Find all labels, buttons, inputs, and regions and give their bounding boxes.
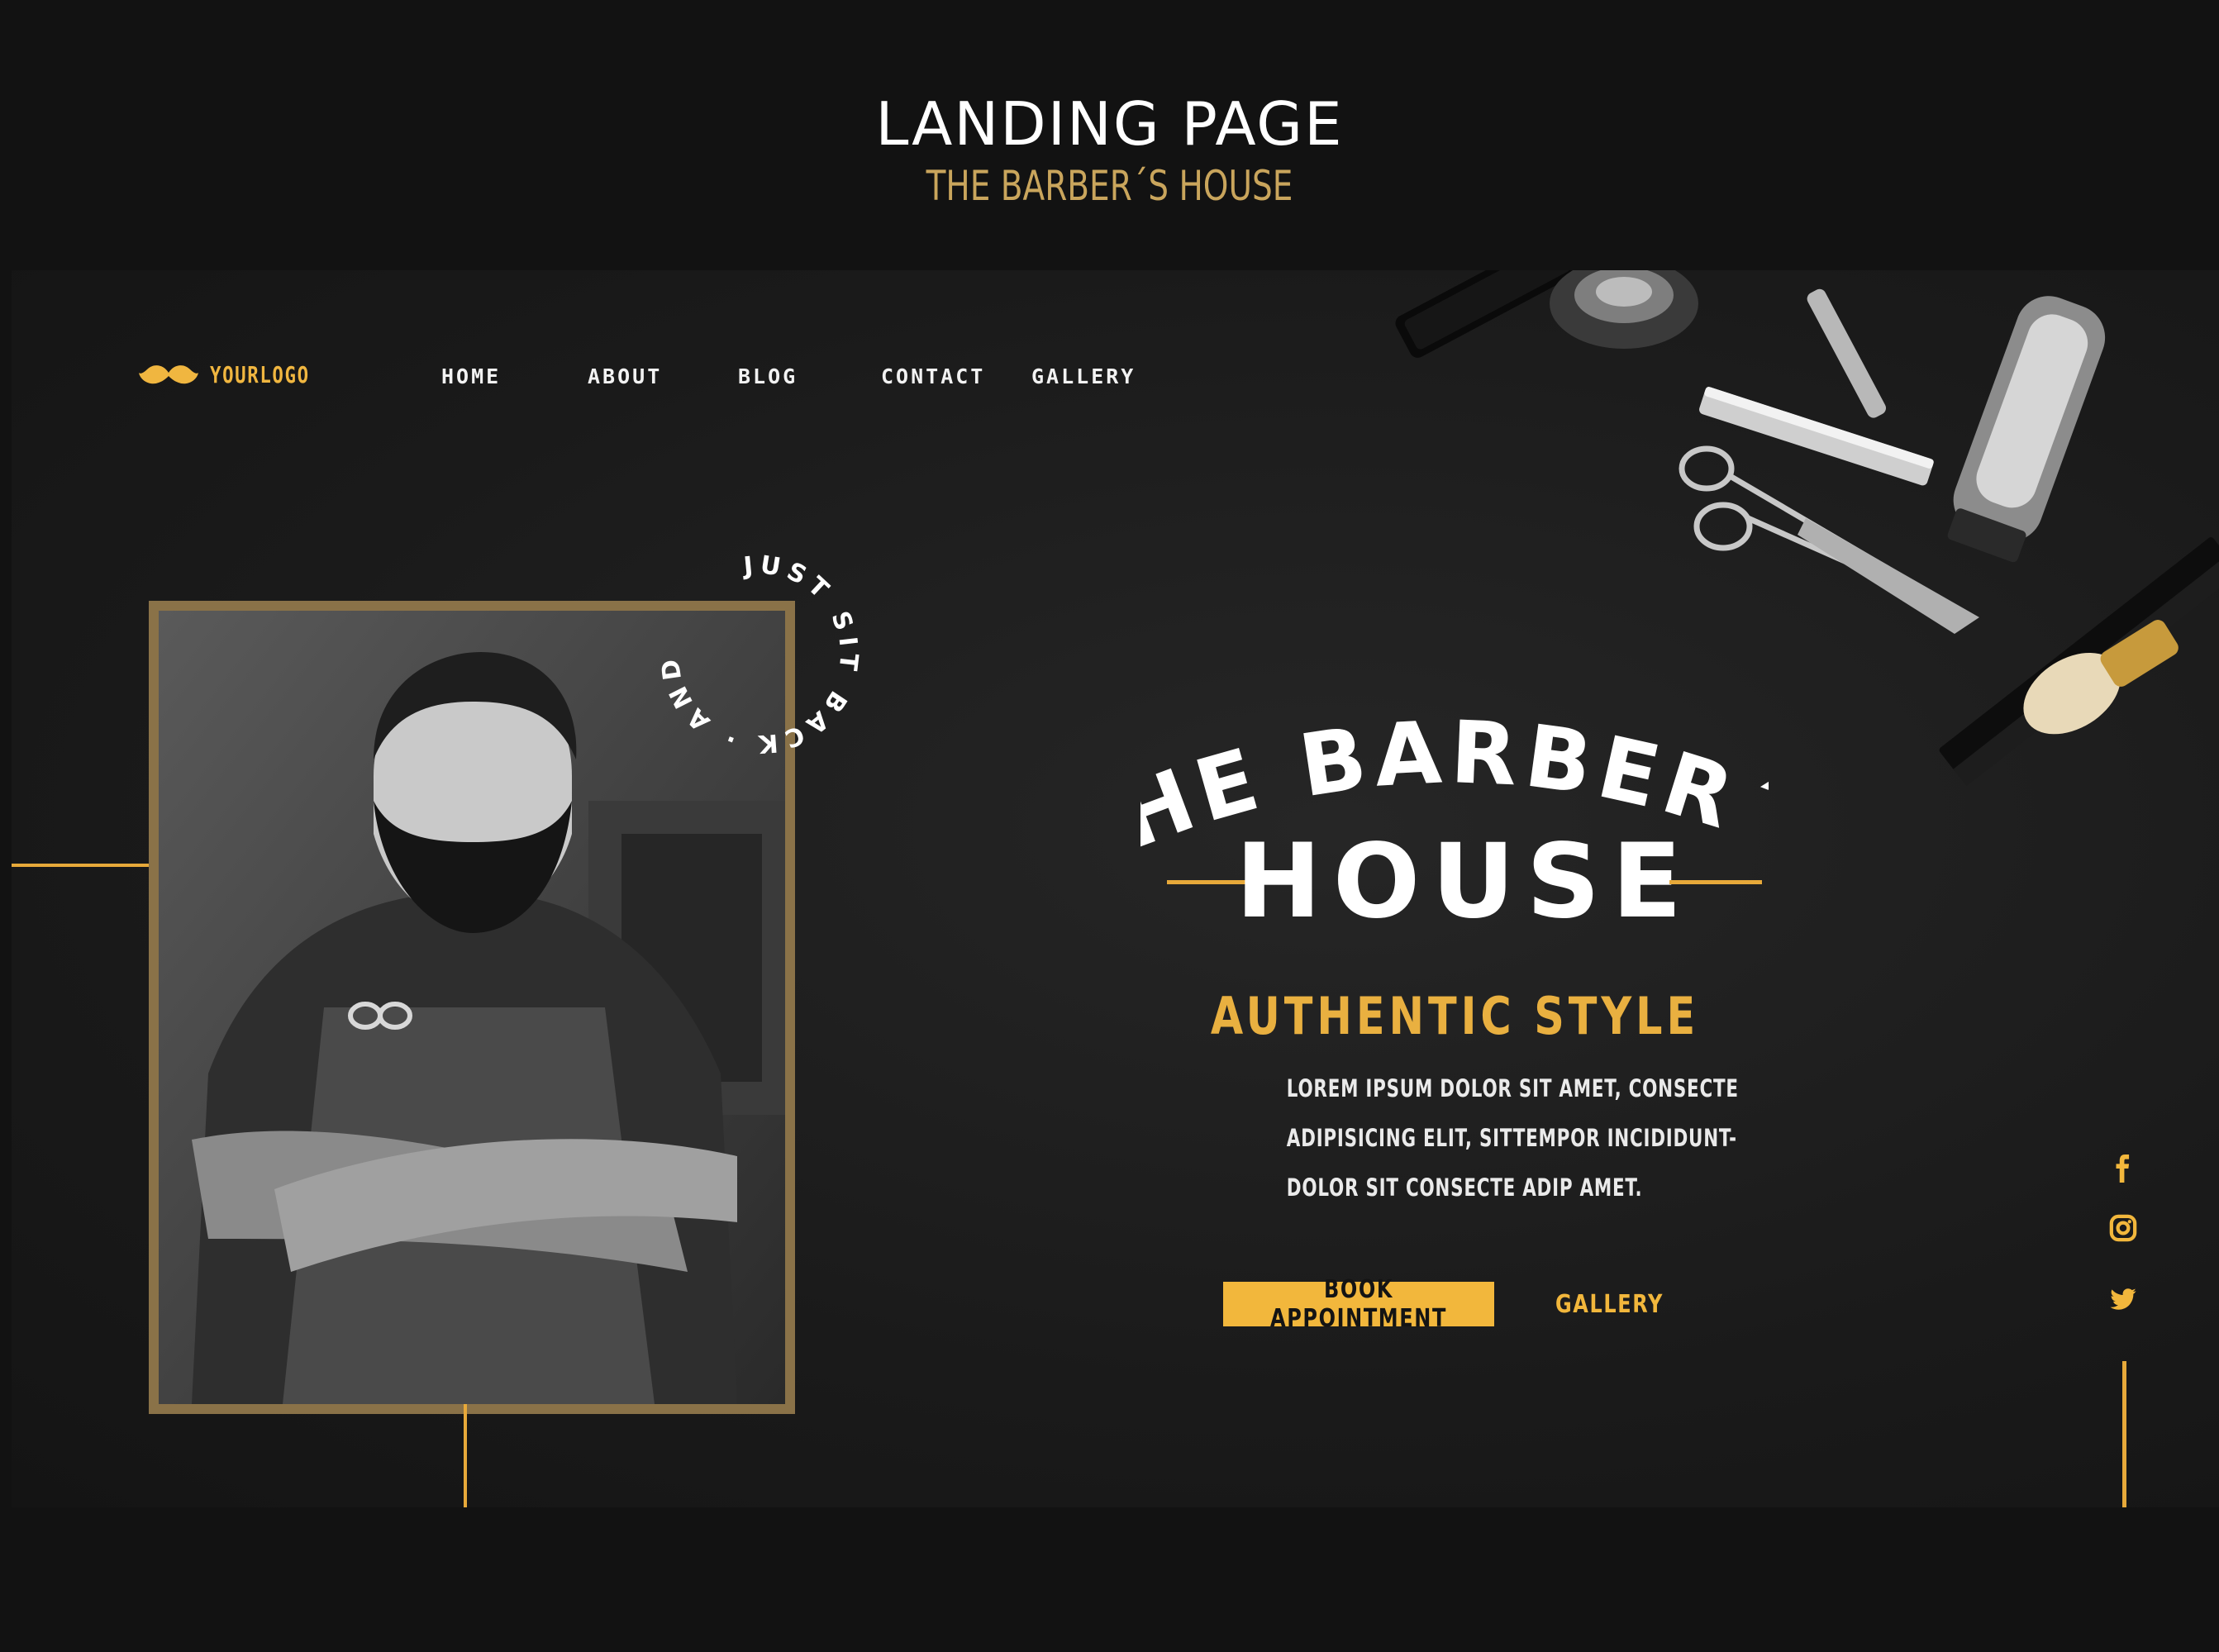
nav-gallery[interactable]: GALLERY — [1031, 364, 1136, 388]
enjoy-badge: JUST SIT BACK · AND ENJOY · — [648, 543, 864, 759]
description-line: DOLOR SIT CONSECTE ADIP AMET. — [1286, 1174, 1643, 1202]
hero-description: LOREM IPSUM DOLOR SIT AMET, CONSECTE ADI… — [1226, 1064, 1739, 1212]
description-line: LOREM IPSUM DOLOR SIT AMET, CONSECTE — [1286, 1074, 1739, 1102]
mustache-icon — [139, 365, 198, 384]
instagram-icon — [2109, 1214, 2137, 1242]
nav-about[interactable]: ABOUT — [588, 364, 662, 388]
facebook-link[interactable] — [2102, 1151, 2144, 1186]
showcase-title: LANDING PAGE — [875, 89, 1344, 159]
description-line: ADIPISICING ELIT, SITTEMPOR INCIDIDUNT- — [1286, 1124, 1737, 1152]
hero-section: YOURLOGO HOME ABOUT BLOG CONTACT GALLERY — [12, 270, 2219, 1507]
facebook-icon — [2116, 1154, 2130, 1183]
twitter-link[interactable] — [2102, 1282, 2144, 1316]
logo[interactable]: YOURLOGO — [139, 359, 335, 389]
accent-line-right — [2122, 1361, 2126, 1507]
instagram-link[interactable] — [2102, 1211, 2144, 1245]
gallery-link[interactable]: GALLERY — [1555, 1282, 1691, 1326]
top-nav: YOURLOGO HOME ABOUT BLOG CONTACT GALLERY — [12, 270, 2219, 485]
nav-contact[interactable]: CONTACT — [881, 364, 985, 388]
nav-blog[interactable]: BLOG — [738, 364, 798, 388]
title-rule-right — [1669, 880, 1762, 884]
hero-title-house: HOUSE — [1167, 824, 1762, 940]
logo-text: YOURLOGO — [210, 360, 310, 388]
svg-text:JUST SIT BACK · AND ENJOY ·: JUST SIT BACK · AND ENJOY · — [648, 543, 864, 759]
book-appointment-button[interactable]: BOOK APPOINTMENT — [1223, 1275, 1494, 1333]
accent-line-left — [12, 864, 149, 867]
nav-home[interactable]: HOME — [441, 364, 501, 388]
accent-line-bottom — [464, 1404, 467, 1507]
twitter-icon — [2110, 1288, 2136, 1310]
hero-tagline: AUTHENTIC STYLE — [1210, 986, 1699, 1046]
showcase-subtitle: THE BARBER´S HOUSE — [926, 162, 1293, 210]
